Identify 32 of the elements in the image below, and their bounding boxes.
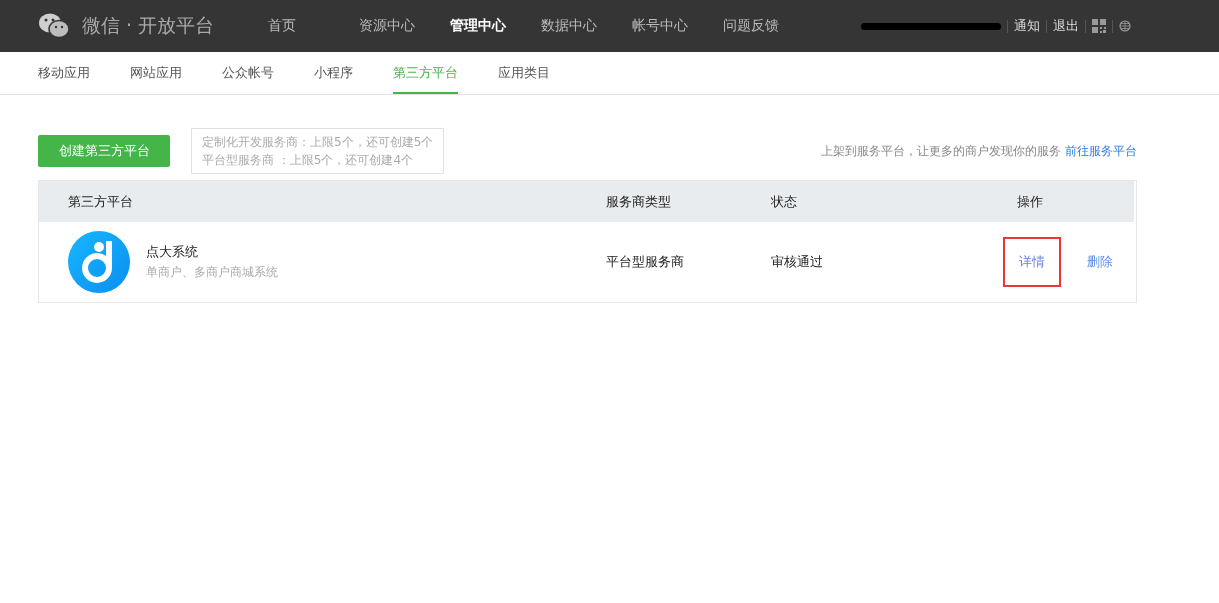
column-header: 操作 — [1016, 192, 1043, 211]
nav-link[interactable]: 资源中心 — [359, 17, 450, 35]
header-link[interactable]: 退出 — [1053, 17, 1079, 35]
sub-nav-tab[interactable]: 移动应用 — [38, 52, 90, 94]
sub-nav-tab[interactable]: 应用类目 — [498, 52, 550, 94]
quota-text: 平台型服务商 ：上限5个，还可创建4个 — [202, 152, 415, 169]
chat-bubbles-icon — [38, 12, 70, 40]
nav-link[interactable]: 首页 — [268, 17, 359, 35]
quota-text: 定制化开发服务商：上限5个，还可创建5个 — [202, 134, 434, 151]
qr-code-icon[interactable] — [1092, 19, 1106, 33]
table-cell-text: 平台型服务商 — [606, 253, 685, 271]
nav-link[interactable]: 数据中心 — [541, 17, 632, 35]
action-link[interactable]: 删除 — [1071, 237, 1129, 287]
sub-nav-tab[interactable]: 公众帐号 — [222, 52, 274, 94]
promo-text: 上架到服务平台，让更多的商户发现你的服务 — [821, 143, 1061, 158]
globe-icon[interactable] — [1119, 20, 1131, 32]
column-header: 状态 — [771, 192, 798, 211]
nav-link[interactable]: 管理中心 — [450, 17, 541, 35]
header-link[interactable]: 通知 — [1014, 17, 1040, 35]
column-header: 服务商类型 — [606, 192, 672, 211]
platform-description: 单商户、多商户商城系统 — [146, 264, 278, 281]
service-platform-link[interactable]: 前往服务平台 — [1065, 143, 1137, 158]
action-link[interactable]: 详情 — [1003, 237, 1061, 287]
sub-nav-tab[interactable]: 小程序 — [314, 52, 353, 94]
sub-nav-tab[interactable]: 网站应用 — [130, 52, 182, 94]
site-title: 微信 · 开放平台 — [82, 13, 215, 38]
nav-link[interactable]: 帐号中心 — [632, 17, 723, 35]
column-header: 第三方平台 — [67, 192, 134, 211]
platform-name: 点大系统 — [146, 243, 199, 261]
nav-link[interactable]: 问题反馈 — [723, 17, 814, 35]
table-cell-text: 审核通过 — [771, 253, 824, 271]
app-logo-icon — [68, 231, 130, 293]
